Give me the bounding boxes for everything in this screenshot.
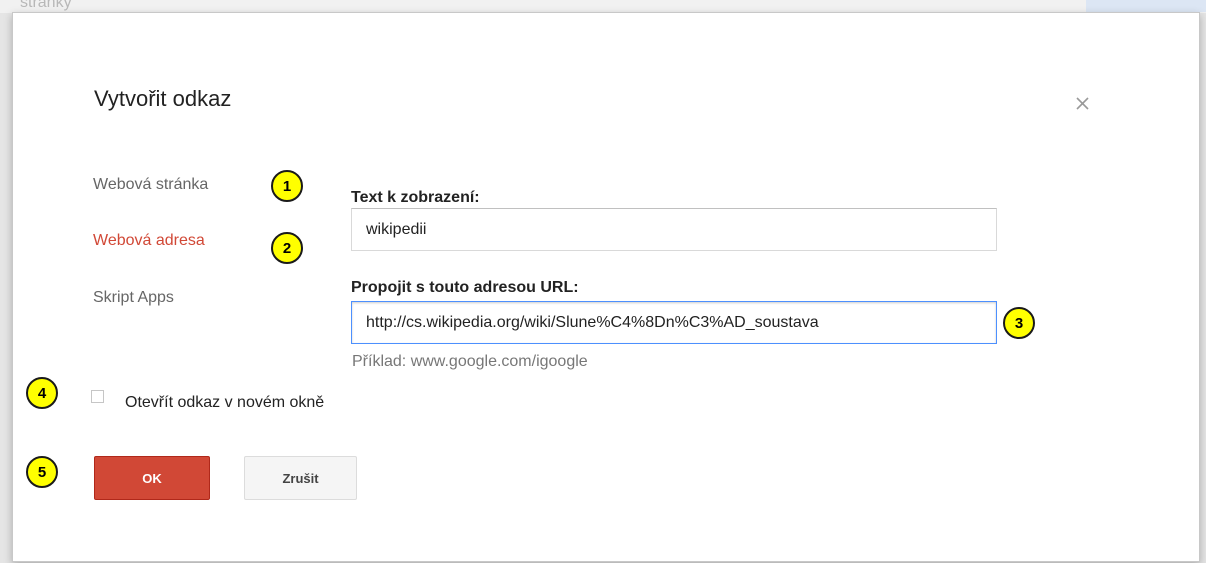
ok-button[interactable]: OK bbox=[94, 456, 210, 500]
background-page-title: stranky bbox=[20, 0, 72, 11]
create-link-dialog: Vytvořit odkaz Webová stránka Webová adr… bbox=[12, 12, 1200, 562]
callout-badge: 5 bbox=[26, 456, 58, 488]
new-window-checkbox[interactable] bbox=[91, 390, 104, 403]
callout-badge: 3 bbox=[1003, 307, 1035, 339]
new-window-label[interactable]: Otevřít odkaz v novém okně bbox=[125, 394, 324, 412]
sidebar-item-web-page[interactable]: Webová stránka bbox=[93, 176, 208, 194]
callout-badge: 1 bbox=[271, 170, 303, 202]
cancel-button[interactable]: Zrušit bbox=[244, 456, 357, 500]
url-example-hint: Příklad: www.google.com/igoogle bbox=[352, 353, 588, 370]
display-text-label: Text k zobrazení: bbox=[351, 189, 480, 206]
sidebar-item-web-address[interactable]: Webová adresa bbox=[93, 232, 205, 250]
url-label: Propojit s touto adresou URL: bbox=[351, 279, 579, 296]
callout-badge: 2 bbox=[271, 232, 303, 264]
close-icon bbox=[1076, 97, 1089, 110]
dialog-title: Vytvořit odkaz bbox=[94, 86, 232, 111]
sidebar-item-apps-script[interactable]: Skript Apps bbox=[93, 289, 174, 307]
background-toolbar-button bbox=[1086, 0, 1206, 12]
close-button[interactable] bbox=[1071, 91, 1095, 115]
callout-badge: 4 bbox=[26, 377, 58, 409]
url-input[interactable] bbox=[351, 301, 997, 344]
display-text-input[interactable] bbox=[351, 208, 997, 251]
